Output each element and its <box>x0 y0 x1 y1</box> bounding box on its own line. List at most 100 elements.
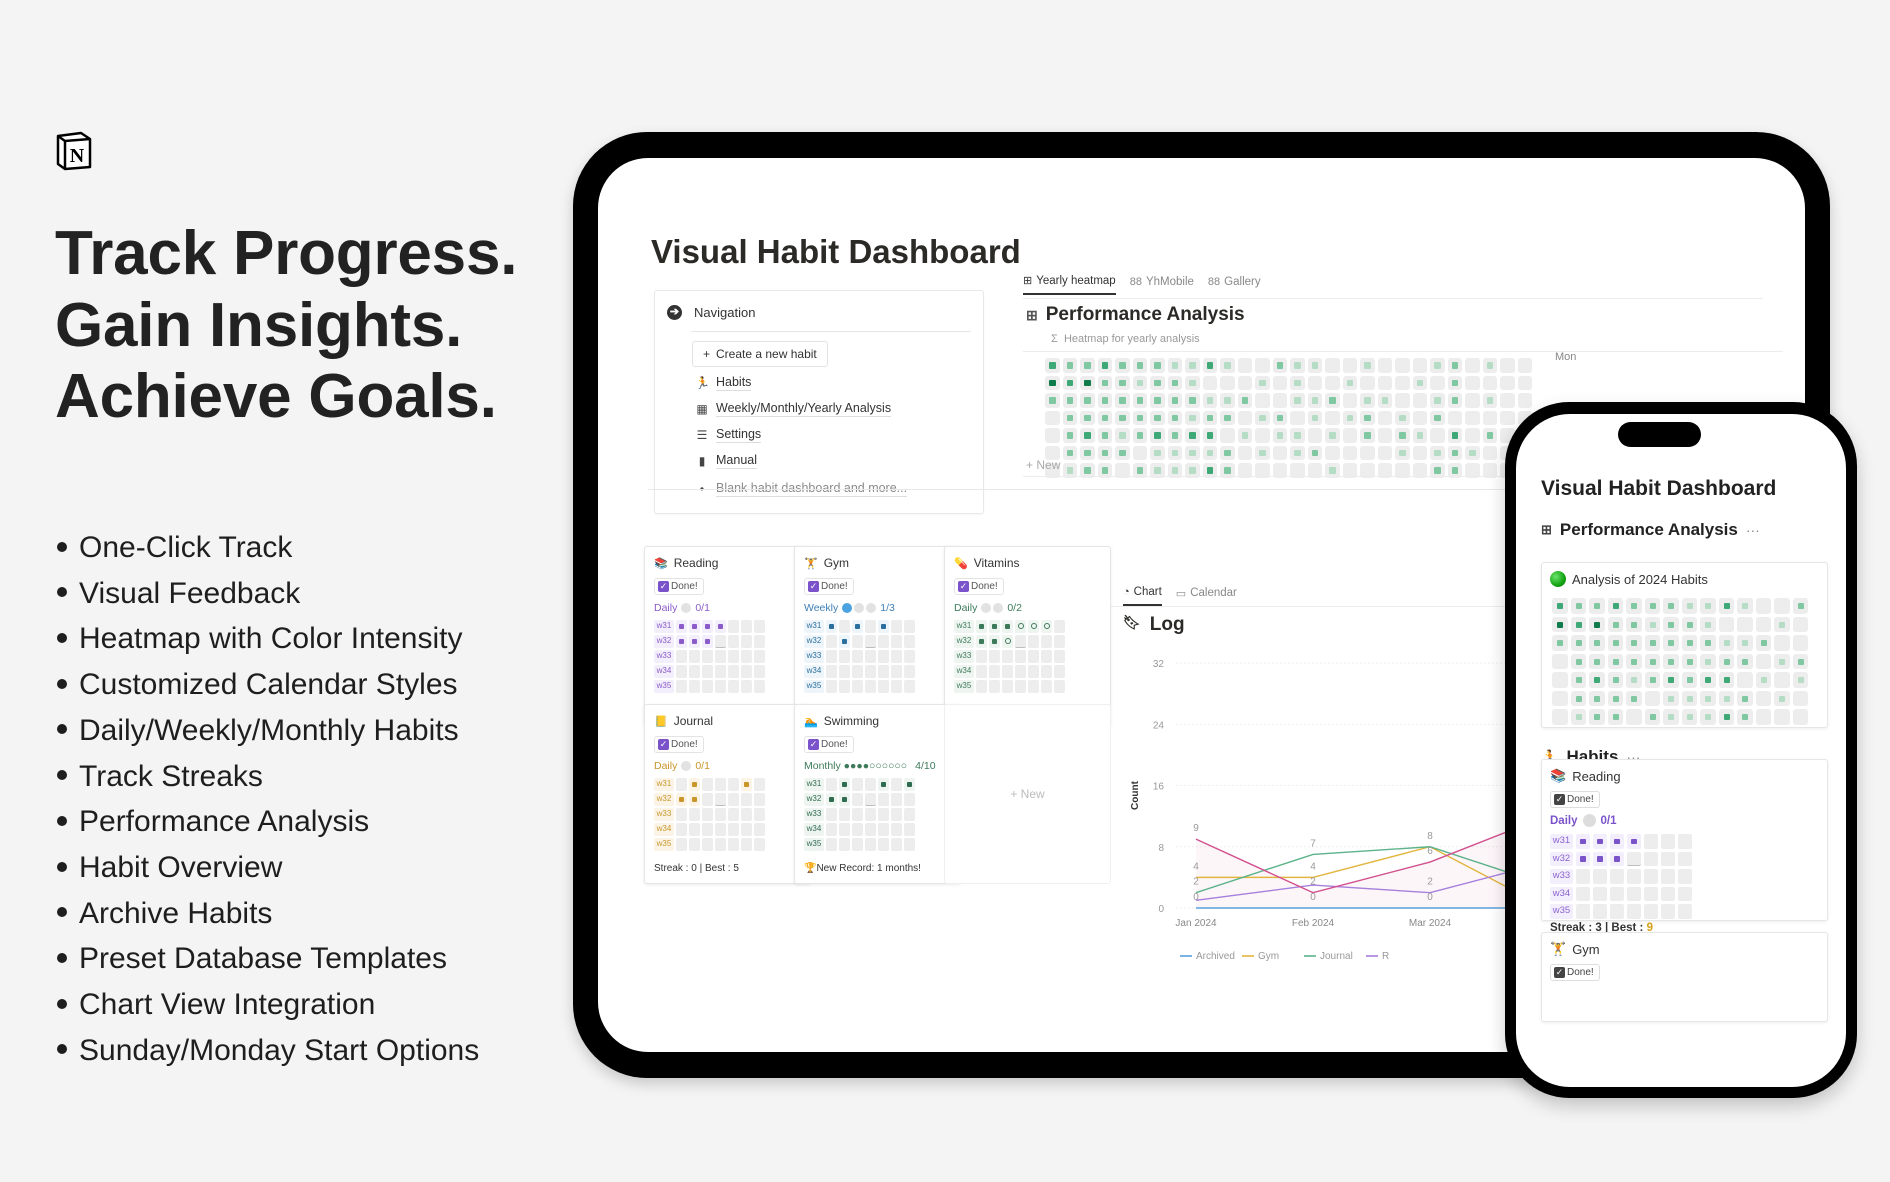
day-cell[interactable] <box>976 620 987 633</box>
heatmap-cell[interactable] <box>1430 410 1445 425</box>
day-cell[interactable] <box>878 635 889 648</box>
heatmap-cell[interactable] <box>1774 616 1790 632</box>
day-cell[interactable] <box>878 620 889 633</box>
done-button[interactable]: ✓ Done! <box>804 578 854 595</box>
heatmap-cell[interactable] <box>1097 445 1112 460</box>
heatmap-cell[interactable] <box>1115 445 1130 460</box>
day-cell[interactable] <box>839 635 850 648</box>
day-cell[interactable] <box>1015 620 1026 633</box>
heatmap-cell[interactable] <box>1755 616 1771 632</box>
day-cell[interactable] <box>1028 665 1039 678</box>
heatmap-cell[interactable] <box>1737 690 1753 706</box>
heatmap-cell[interactable] <box>1150 410 1165 425</box>
heatmap-cell[interactable] <box>1718 690 1734 706</box>
heatmap-cell[interactable] <box>1482 410 1497 425</box>
day-cell[interactable] <box>702 680 713 693</box>
day-cell[interactable] <box>865 823 876 836</box>
day-cell[interactable] <box>891 635 902 648</box>
day-cell[interactable] <box>1576 904 1590 919</box>
heatmap-cell[interactable] <box>1150 375 1165 390</box>
heatmap-cell[interactable] <box>1447 375 1462 390</box>
day-cell[interactable] <box>715 823 726 836</box>
heatmap-cell[interactable] <box>1718 598 1734 614</box>
day-cell[interactable] <box>1028 620 1039 633</box>
heatmap-cell[interactable] <box>1080 393 1095 408</box>
heatmap-cell[interactable] <box>1360 445 1375 460</box>
day-cell[interactable] <box>1627 904 1641 919</box>
day-cell[interactable] <box>702 823 713 836</box>
done-button[interactable]: ✓ Done! <box>654 578 704 595</box>
heatmap-cell[interactable] <box>1430 428 1445 443</box>
day-cell[interactable] <box>1576 886 1590 901</box>
day-cell[interactable] <box>1593 886 1607 901</box>
day-cell[interactable] <box>865 620 876 633</box>
heatmap-cell[interactable] <box>1307 410 1322 425</box>
day-cell[interactable] <box>1002 650 1013 663</box>
heatmap-cell[interactable] <box>1045 410 1060 425</box>
heatmap-cell[interactable] <box>1115 375 1130 390</box>
heatmap-cell[interactable] <box>1220 410 1235 425</box>
heatmap-cell[interactable] <box>1663 672 1679 688</box>
day-cell[interactable] <box>728 838 739 851</box>
day-cell[interactable] <box>676 793 687 806</box>
heatmap-cell[interactable] <box>1570 690 1586 706</box>
heatmap-cell[interactable] <box>1644 672 1660 688</box>
day-cell[interactable] <box>976 635 987 648</box>
heatmap-cell[interactable] <box>1700 672 1716 688</box>
day-cell[interactable] <box>891 665 902 678</box>
day-cell[interactable] <box>826 823 837 836</box>
heatmap-cell[interactable] <box>1663 635 1679 651</box>
day-cell[interactable] <box>1627 869 1641 884</box>
new-row-button[interactable]: + New <box>1026 458 1060 472</box>
heatmap-cell[interactable] <box>1272 410 1287 425</box>
heatmap-cell[interactable] <box>1589 672 1605 688</box>
day-cell[interactable] <box>826 808 837 821</box>
day-cell[interactable] <box>1041 650 1052 663</box>
day-cell[interactable] <box>904 650 915 663</box>
heatmap-cell[interactable] <box>1045 428 1060 443</box>
heatmap-cell[interactable] <box>1663 709 1679 725</box>
heatmap-cell[interactable] <box>1290 393 1305 408</box>
heatmap-cell[interactable] <box>1681 598 1697 614</box>
heatmap-cell[interactable] <box>1774 635 1790 651</box>
heatmap-cell[interactable] <box>1185 445 1200 460</box>
day-cell[interactable] <box>852 665 863 678</box>
day-cell[interactable] <box>689 665 700 678</box>
day-cell[interactable] <box>852 823 863 836</box>
day-cell[interactable] <box>715 635 726 648</box>
done-button[interactable]: ✓ Done! <box>804 736 854 753</box>
done-button[interactable]: ✓ Done! <box>1550 791 1600 808</box>
heatmap-cell[interactable] <box>1570 598 1586 614</box>
heatmap-cell[interactable] <box>1430 393 1445 408</box>
heatmap-cell[interactable] <box>1681 690 1697 706</box>
heatmap-cell[interactable] <box>1097 393 1112 408</box>
analysis-card[interactable]: Analysis of 2024 Habits <box>1541 562 1828 728</box>
day-cell[interactable] <box>728 665 739 678</box>
heatmap-cell[interactable] <box>1737 709 1753 725</box>
day-cell[interactable] <box>865 778 876 791</box>
heatmap-cell[interactable] <box>1792 653 1808 669</box>
day-cell[interactable] <box>1593 834 1607 849</box>
day-cell[interactable] <box>1610 886 1624 901</box>
day-cell[interactable] <box>826 620 837 633</box>
day-cell[interactable] <box>839 778 850 791</box>
habit-card-vitamins[interactable]: 💊Vitamins✓Done!Daily0/2w31w32w33w34w35St… <box>944 546 1111 726</box>
heatmap-cell[interactable] <box>1045 375 1060 390</box>
heatmap-cell[interactable] <box>1360 393 1375 408</box>
day-cell[interactable] <box>715 680 726 693</box>
day-cell[interactable] <box>976 650 987 663</box>
heatmap-cell[interactable] <box>1737 653 1753 669</box>
day-cell[interactable] <box>904 808 915 821</box>
day-cell[interactable] <box>891 823 902 836</box>
heatmap-cell[interactable] <box>1700 635 1716 651</box>
day-cell[interactable] <box>741 680 752 693</box>
day-cell[interactable] <box>1002 635 1013 648</box>
heatmap-cell[interactable] <box>1500 358 1515 373</box>
day-cell[interactable] <box>728 823 739 836</box>
heatmap-cell[interactable] <box>1062 358 1077 373</box>
heatmap-cell[interactable] <box>1255 393 1270 408</box>
day-cell[interactable] <box>1002 665 1013 678</box>
heatmap-cell[interactable] <box>1062 445 1077 460</box>
day-cell[interactable] <box>1644 834 1658 849</box>
done-button[interactable]: ✓ Done! <box>954 578 1004 595</box>
